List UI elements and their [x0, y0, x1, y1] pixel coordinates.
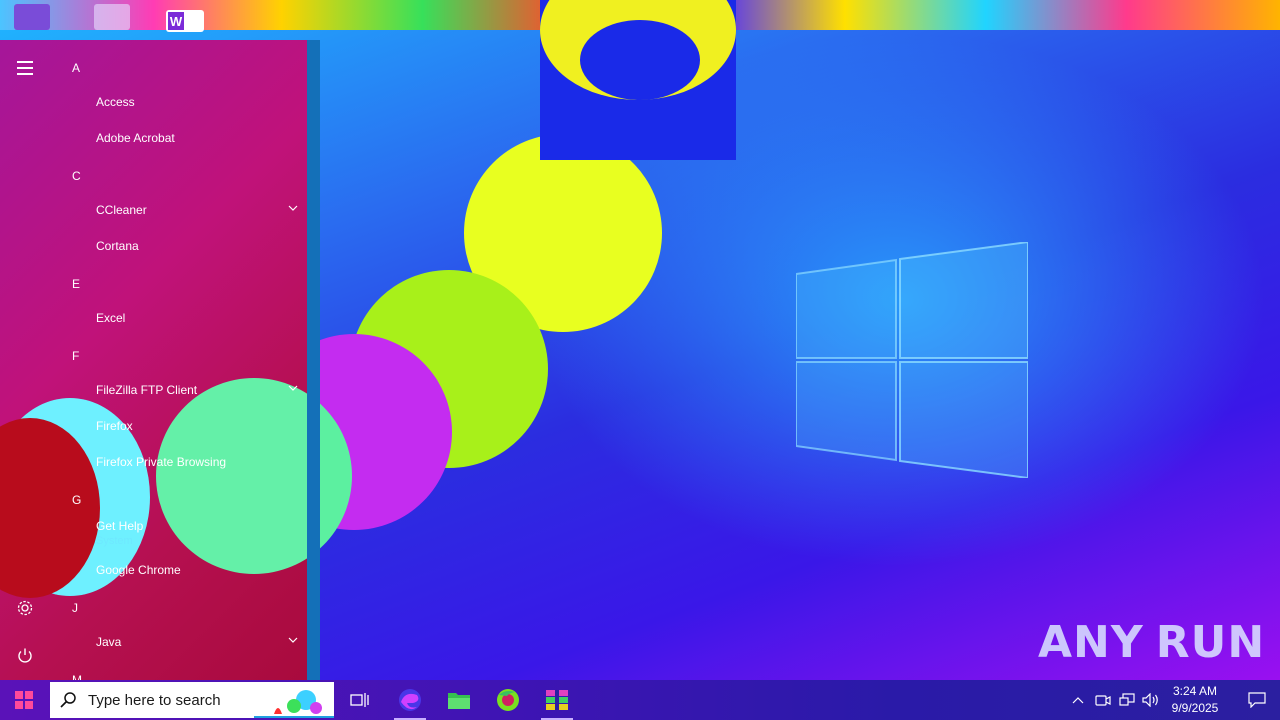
windows-start-icon — [15, 691, 33, 709]
start-menu: A Access Adobe Acrobat C CCleaner Cortan… — [0, 40, 320, 680]
group-header-a[interactable]: A — [72, 61, 80, 75]
file-explorer-icon[interactable] — [435, 680, 483, 720]
group-header-f[interactable]: F — [72, 349, 79, 363]
show-hidden-icons-chevron-icon[interactable] — [1068, 690, 1088, 710]
firefox-icon[interactable] — [484, 680, 532, 720]
app-ccleaner[interactable]: CCleaner — [96, 203, 147, 217]
taskbar-search-box[interactable] — [50, 682, 334, 718]
group-header-e[interactable]: E — [72, 277, 80, 291]
app-java[interactable]: Java — [96, 635, 121, 649]
app-get-help-sublabel: System — [96, 535, 133, 547]
volume-icon[interactable] — [1141, 690, 1161, 710]
clock-time: 3:24 AM — [1172, 684, 1218, 698]
group-header-m[interactable]: M — [72, 673, 82, 680]
settings-icon[interactable] — [13, 596, 37, 620]
app-firefox[interactable]: Firefox — [96, 419, 133, 433]
edge-icon[interactable] — [386, 680, 434, 720]
start-menu-app-list: A Access Adobe Acrobat C CCleaner Cortan… — [50, 40, 307, 680]
start-button[interactable] — [0, 680, 48, 720]
windows-logo-icon — [796, 242, 1028, 478]
group-header-c[interactable]: C — [72, 169, 81, 183]
app-adobe-acrobat[interactable]: Adobe Acrobat — [96, 131, 175, 145]
app-firefox-private-browsing[interactable]: Firefox Private Browsing — [96, 455, 226, 469]
watermark-text-right: RUN — [1155, 616, 1266, 668]
search-highlight-art — [254, 690, 334, 718]
taskbar: 3:24 AM 9/9/2025 — [0, 680, 1280, 720]
watermark-text-left: ANY — [1038, 616, 1144, 668]
app-filezilla[interactable]: FileZilla FTP Client — [96, 383, 197, 397]
word-document-icon[interactable]: W — [166, 10, 204, 32]
power-icon[interactable] — [13, 644, 37, 668]
chevron-down-icon[interactable] — [288, 383, 298, 393]
winrar-icon[interactable] — [533, 680, 581, 720]
search-input[interactable] — [86, 690, 260, 710]
hamburger-menu-icon[interactable] — [13, 56, 37, 80]
app-excel[interactable]: Excel — [96, 311, 125, 325]
task-view-icon[interactable] — [336, 680, 384, 720]
chevron-down-icon[interactable] — [288, 203, 298, 213]
desktop-shortcut-icon[interactable] — [94, 4, 130, 30]
group-header-j[interactable]: J — [72, 601, 78, 615]
start-menu-scrollbar[interactable] — [307, 40, 320, 680]
anyrun-watermark: ANY RUN — [1038, 612, 1264, 672]
desktop-shortcut-icon[interactable] — [14, 4, 50, 30]
chevron-down-icon[interactable] — [288, 635, 298, 645]
taskbar-clock[interactable]: 3:24 AM 9/9/2025 — [1166, 683, 1224, 717]
network-icon[interactable] — [1117, 690, 1137, 710]
app-google-chrome[interactable]: Google Chrome — [96, 563, 181, 577]
group-header-g[interactable]: G — [72, 493, 81, 507]
action-center-icon[interactable] — [1234, 680, 1280, 720]
search-icon — [50, 692, 86, 708]
app-access[interactable]: Access — [96, 95, 135, 109]
glitch-circle — [540, 0, 736, 160]
meet-now-icon[interactable] — [1093, 690, 1113, 710]
clock-date: 9/9/2025 — [1171, 701, 1219, 715]
app-get-help[interactable]: Get Help — [96, 519, 143, 533]
app-cortana[interactable]: Cortana — [96, 239, 139, 253]
